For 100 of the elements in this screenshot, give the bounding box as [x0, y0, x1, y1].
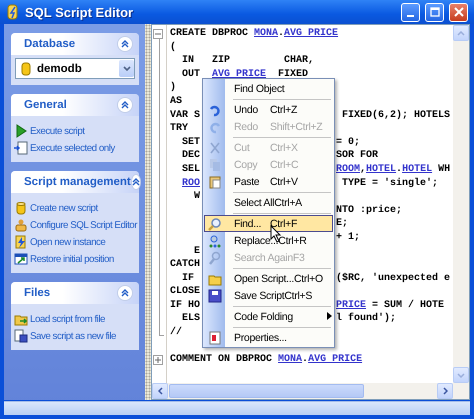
maximize-button[interactable] [425, 2, 444, 22]
code-text: NTO :price; [336, 204, 402, 216]
code-editor[interactable] [151, 24, 470, 400]
code-text: = 0; [336, 136, 360, 148]
task-link[interactable]: Create new script [30, 202, 98, 214]
code-link[interactable]: ROO [182, 178, 200, 189]
menu-item[interactable]: Properties... [204, 329, 333, 346]
code-link[interactable]: MONA [278, 354, 302, 366]
menu-item[interactable]: Replace...Ctrl+R [204, 232, 333, 249]
cylinder-icon [14, 201, 28, 215]
panel-title: General [24, 99, 67, 111]
code-link[interactable]: AVG PRICE [284, 28, 338, 39]
lightning-icon [14, 235, 28, 249]
code-text: l found'); [336, 313, 396, 324]
task-link[interactable]: Configure SQL Script Editor [30, 220, 138, 230]
close-icon [454, 7, 464, 17]
menu-item[interactable]: Paste Ctrl+V [204, 173, 333, 190]
code-line: AS [170, 94, 182, 109]
code-link[interactable]: AVG PRICE [308, 354, 362, 366]
scissors-icon [208, 140, 222, 154]
code-text: TYPE = 'single'; [341, 178, 438, 189]
code-text: // [170, 327, 182, 338]
code-line: ) [170, 81, 176, 95]
database-icon [19, 62, 33, 76]
dropdown-icon [119, 60, 134, 77]
menu-item[interactable]: Select AllCtrl+A [204, 194, 333, 211]
panel-title: Database [24, 38, 76, 50]
code-text: IF [181, 272, 194, 284]
code-text: VAR S [170, 110, 200, 121]
code-text: FIXED(6,2); HOTELS [341, 110, 450, 121]
app-icon [6, 4, 20, 20]
play-icon [14, 124, 28, 138]
panel-title: Files [24, 287, 50, 299]
scroll-right-icon[interactable] [437, 383, 453, 399]
collapse-button[interactable] [117, 285, 133, 301]
replace-icon [208, 234, 222, 248]
code-line: OUT AVG PRICE FIXED [181, 68, 308, 82]
task-link[interactable]: Load script from file [30, 314, 105, 324]
menu-item[interactable]: Find Object [204, 80, 333, 97]
code-line: CREATE DBPROC MONA.AVG PRICE [170, 27, 338, 41]
minimize-button[interactable] [401, 2, 420, 22]
code-link[interactable]: HOTEL [402, 164, 432, 175]
expand-icon[interactable] [153, 355, 163, 366]
code-text: ROOM,HOTEL.HOTEL WH [336, 164, 450, 175]
horizontal-scrollbar[interactable] [152, 383, 469, 399]
menu-item[interactable]: Code Folding [204, 308, 333, 325]
code-link[interactable]: ROOM [336, 164, 360, 175]
code-text: ELS [181, 313, 200, 324]
minimize-icon [407, 15, 414, 17]
copy-icon [208, 158, 222, 172]
collapse-button[interactable] [130, 174, 141, 190]
clipboard-icon [208, 174, 222, 188]
code-text: DEC [181, 150, 200, 162]
code-text: CLOSE [170, 286, 200, 298]
code-text: CATCH [170, 259, 200, 270]
code-link[interactable]: PRICE [336, 300, 366, 311]
collapse-icon [132, 178, 140, 186]
disk-document-icon [14, 329, 28, 343]
menu-item[interactable]: Find... Ctrl+F [204, 215, 333, 232]
code-text: E; [336, 218, 348, 230]
menu-item[interactable]: Undo Ctrl+Z [204, 101, 333, 118]
collapse-button[interactable] [117, 97, 133, 113]
code-text: + 1; [336, 232, 360, 243]
window-title: SQL Script Editor [25, 4, 134, 20]
task-link[interactable]: Execute script [30, 126, 85, 136]
code-text: PRICE = SUM / HOTE [336, 300, 444, 311]
code-text: TRY [170, 123, 188, 134]
code-link[interactable]: HOTEL [366, 164, 396, 175]
code-link[interactable]: MONA [254, 28, 278, 39]
scroll-left-icon[interactable] [152, 383, 168, 399]
collapse-button[interactable] [117, 36, 133, 52]
task-link[interactable]: Save script as new file [30, 330, 116, 342]
scroll-thumb[interactable] [169, 384, 364, 398]
code-text: IF HO [170, 300, 200, 311]
task-link[interactable]: Restore initial position [30, 254, 114, 264]
close-button[interactable] [449, 2, 468, 22]
collapse-icon[interactable] [153, 29, 163, 39]
collapse-icon [121, 40, 129, 48]
code-text: ($RC, 'unexpected e [336, 272, 450, 284]
maximize-icon [430, 7, 440, 17]
task-link[interactable]: Open new instance [30, 236, 106, 248]
code-link[interactable]: AVG PRICE [212, 68, 266, 80]
submenu-arrow-icon [326, 312, 332, 320]
database-dropdown[interactable]: demodb [15, 58, 135, 79]
collapse-icon [121, 101, 129, 109]
code-text: SEL [181, 164, 200, 175]
menu-item[interactable]: Open Script...Ctrl+O [204, 270, 333, 287]
code-line: ( [170, 40, 176, 54]
menu-item[interactable]: Save ScriptCtrl+S [204, 287, 333, 304]
task-link[interactable]: Execute selected only [30, 142, 115, 154]
magnifier-icon [208, 216, 222, 230]
code-text: SOR FOR [336, 150, 378, 162]
search-icon [208, 250, 222, 264]
code-line: IN ZIP CHAR, [181, 54, 314, 68]
code-line: COMMENT ON DBPROC MONA.AVG PRICE [170, 353, 362, 367]
properties-icon [208, 330, 222, 344]
code-text: SET [181, 136, 200, 148]
code-text: W [193, 191, 200, 202]
document-arrow-icon [14, 141, 28, 155]
panel-title: Script management [24, 176, 131, 188]
